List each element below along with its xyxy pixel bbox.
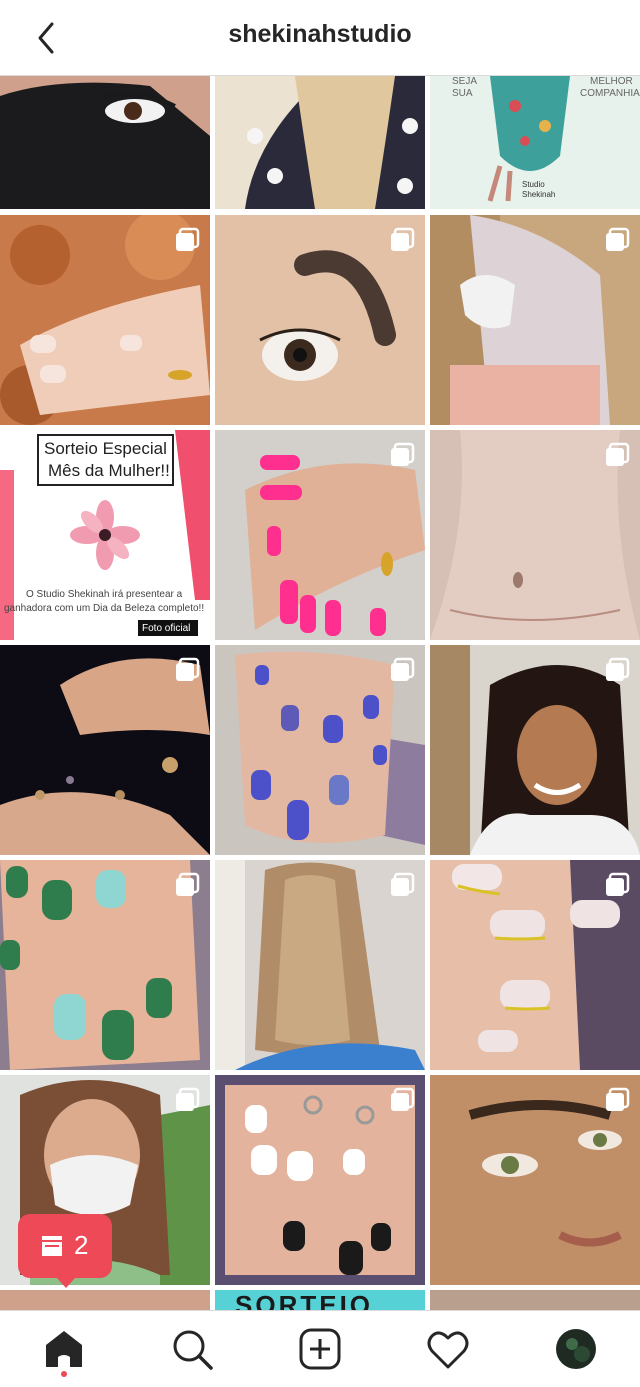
avatar-icon[interactable] [554, 1327, 598, 1371]
multiple-photos-icon [176, 1087, 200, 1111]
flyer-subtitle: Mês da Mulher!! [48, 461, 170, 480]
post-tile-13[interactable] [0, 860, 210, 1070]
illustration-text-3: MELHOR [590, 76, 633, 87]
multiple-photos-icon [606, 657, 630, 681]
top-bar: shekinahstudio [0, 0, 640, 76]
post-tile-18[interactable] [430, 1075, 640, 1285]
add-post-icon[interactable] [298, 1327, 342, 1371]
home-icon[interactable] [42, 1327, 86, 1371]
feed-post-icon [42, 1236, 62, 1256]
illustration-text-1: SEJA [452, 76, 478, 87]
flyer-photo-label: Foto oficial [142, 623, 191, 634]
illustration-text-5: Studio [522, 180, 545, 189]
flyer-title: Sorteio Especial [44, 439, 167, 458]
multiple-photos-icon [176, 227, 200, 251]
notification-count: 2 [74, 1230, 89, 1260]
post-tile-4[interactable] [0, 215, 210, 425]
post-image [0, 76, 210, 209]
multiple-photos-icon [606, 227, 630, 251]
multiple-photos-icon [606, 872, 630, 896]
post-tile-20[interactable]: SORTEIO [215, 1290, 425, 1310]
multiple-photos-icon [176, 657, 200, 681]
flyer-description-line-2: ganhadora com um Dia da Beleza completo!… [4, 603, 205, 614]
post-tile-21[interactable] [430, 1290, 640, 1310]
multiple-photos-icon [391, 227, 415, 251]
post-image [215, 76, 425, 209]
post-tile-6[interactable] [430, 215, 640, 425]
search-icon[interactable] [170, 1327, 214, 1371]
multiple-photos-icon [176, 872, 200, 896]
heart-icon[interactable] [426, 1327, 470, 1371]
multiple-photos-icon [391, 872, 415, 896]
post-tile-14[interactable] [215, 860, 425, 1070]
flyer-description-line-1: O Studio Shekinah irá presentear a [26, 589, 183, 600]
posts-grid: SEJA SUA MELHOR COMPANHIA Studio Shekina… [0, 76, 640, 1310]
post-tile-2[interactable] [215, 76, 425, 209]
post-tile-5[interactable] [215, 215, 425, 425]
multiple-photos-icon [391, 442, 415, 466]
post-tile-17[interactable] [215, 1075, 425, 1285]
illustration-text-6: Shekinah [522, 190, 556, 199]
bottom-tab-bar [0, 1310, 640, 1387]
post-tile-19[interactable] [0, 1290, 210, 1310]
multiple-photos-icon [391, 657, 415, 681]
post-tile-8[interactable] [215, 430, 425, 640]
illustration-text-2: SUA [452, 88, 473, 99]
post-tile-11[interactable] [215, 645, 425, 855]
multiple-photos-icon [391, 1087, 415, 1111]
activity-notification-bubble[interactable]: 2 [18, 1214, 112, 1288]
post-tile-9[interactable] [430, 430, 640, 640]
illustration-text-4: COMPANHIA [580, 88, 640, 99]
post-tile-7[interactable]: Sorteio Especial Mês da Mulher!! O Studi… [0, 430, 210, 640]
post-tile-10[interactable] [0, 645, 210, 855]
post-tile-1[interactable] [0, 76, 210, 209]
post-tile-3[interactable]: SEJA SUA MELHOR COMPANHIA Studio Shekina… [430, 76, 640, 209]
multiple-photos-icon [606, 442, 630, 466]
post-tile-15[interactable] [430, 860, 640, 1070]
sorteio-partial-text: SORTEIO [235, 1290, 374, 1310]
post-tile-12[interactable] [430, 645, 640, 855]
multiple-photos-icon [606, 1087, 630, 1111]
profile-username-title: shekinahstudio [228, 20, 412, 48]
home-active-indicator [61, 1371, 67, 1377]
